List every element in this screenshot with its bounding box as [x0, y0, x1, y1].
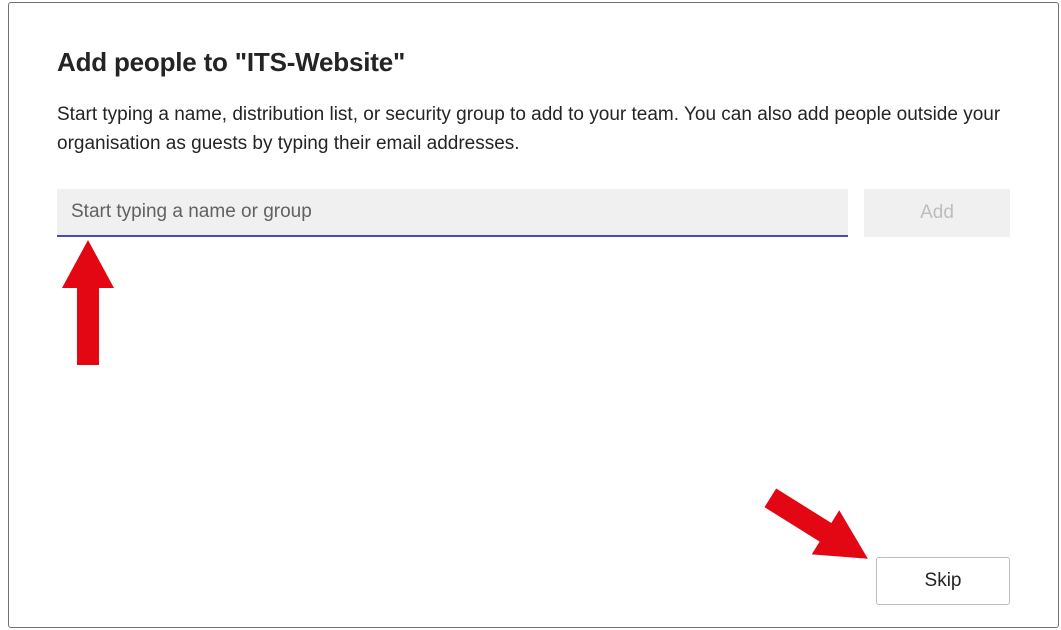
skip-button[interactable]: Skip [876, 557, 1010, 605]
add-people-dialog: Add people to "ITS-Website" Start typing… [8, 2, 1059, 628]
dialog-description: Start typing a name, distribution list, … [57, 100, 1010, 159]
name-or-group-input[interactable] [57, 189, 848, 237]
add-button[interactable]: Add [864, 189, 1010, 237]
dialog-title: Add people to "ITS-Website" [57, 47, 1010, 78]
input-row: Add [57, 189, 1010, 237]
